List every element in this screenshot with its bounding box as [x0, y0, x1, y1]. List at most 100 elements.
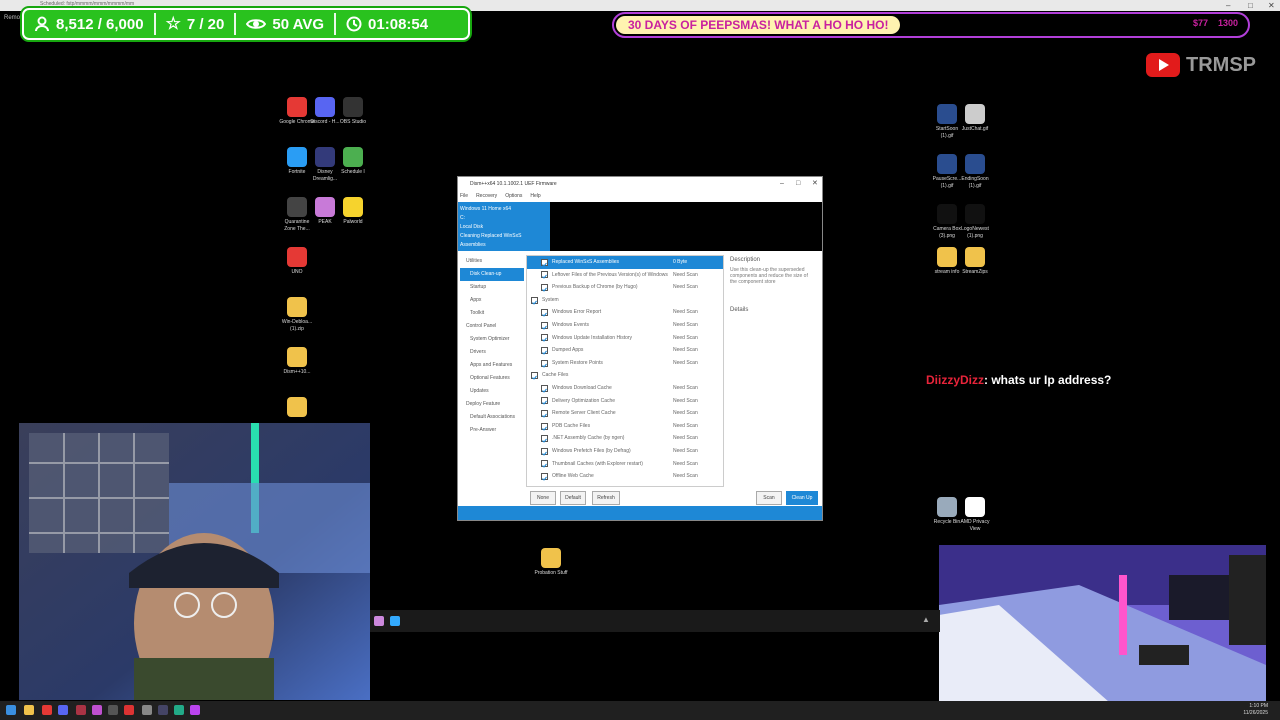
app-icon[interactable]	[124, 705, 134, 715]
sidebar-item[interactable]: Control Panel	[460, 320, 524, 333]
sidebar-item[interactable]: Pre-Answer	[460, 424, 524, 437]
menu-item[interactable]: Recovery	[476, 191, 497, 201]
sidebar-item[interactable]: Appx	[460, 294, 524, 307]
checkbox[interactable]	[541, 447, 548, 456]
app-icon[interactable]	[92, 705, 102, 715]
sidebar-item[interactable]: Utilities	[460, 255, 524, 268]
checkbox[interactable]	[541, 309, 548, 317]
sidebar-item[interactable]: Apps and Features	[460, 359, 524, 372]
list-item[interactable]: Windows Events Need Scan	[527, 319, 723, 332]
sidebar-item[interactable]: Disk Clean-up	[460, 268, 524, 281]
list-item[interactable]: Windows Error Report Need Scan	[527, 306, 723, 319]
close-icon[interactable]: ✕	[1268, 0, 1275, 11]
list-item[interactable]: .NET Assembly Cache (by ngen) Need Scan	[527, 432, 723, 445]
window-minimize-icon[interactable]: –	[780, 177, 784, 191]
system-clock[interactable]: 1:10 PM 11/26/2025	[1243, 703, 1268, 717]
list-item[interactable]: Windows Prefetch Files (by Defrag) Need S…	[527, 445, 723, 458]
list-item[interactable]: Windows Update Installation History Need …	[527, 332, 723, 345]
sidebar-item[interactable]: Updates	[460, 385, 524, 398]
image-info[interactable]: Windows 11 Home x64 C: Local Disk Cleaning …	[458, 202, 550, 253]
sidebar-item[interactable]: System Optimizer	[460, 333, 524, 346]
maximize-icon[interactable]: □	[1248, 0, 1253, 11]
desktop-icon[interactable]: LogoNewest (1).png	[957, 204, 993, 240]
list-item[interactable]: Replaced WinSxS Assemblies 0 Byte	[527, 256, 723, 269]
chrome-icon[interactable]	[42, 705, 52, 715]
checkbox[interactable]	[541, 460, 548, 469]
list-item[interactable]: Delivery Optimization Cache Need Scan	[527, 395, 723, 408]
none-button[interactable]: None	[530, 491, 556, 505]
chevron-up-icon[interactable]: ▲	[922, 615, 930, 624]
list-item[interactable]: Offline Web Cache Need Scan	[527, 470, 723, 483]
checkbox[interactable]	[541, 472, 548, 481]
desktop-icon[interactable]: AMD Privacy View	[957, 497, 993, 533]
desktop-icon[interactable]: Palworld	[335, 197, 371, 226]
list-item[interactable]: PDB Cache Files Need Scan	[527, 420, 723, 433]
clean-up-button[interactable]: Clean Up	[786, 491, 818, 505]
desktop-icon[interactable]	[279, 397, 315, 419]
sidebar-item[interactable]: Startup	[460, 281, 524, 294]
list-item[interactable]: Leftover Files of the Previous Version(s…	[527, 269, 723, 282]
app-icon[interactable]	[190, 705, 200, 715]
checkbox[interactable]	[541, 409, 548, 418]
desktop-icon[interactable]: EndingSoon (1).gif	[957, 154, 993, 190]
checkbox[interactable]	[541, 422, 548, 431]
desktop-icon[interactable]: JustChat.gif	[957, 104, 993, 133]
list-item[interactable]: Previous Backup of Chrome (by Hugo) Need …	[527, 281, 723, 294]
sidebar-item[interactable]: Deploy Feature	[460, 398, 524, 411]
dism-icon[interactable]	[390, 616, 400, 626]
default-button[interactable]: Default	[560, 491, 586, 505]
desktop-icon[interactable]: OBS Studio	[335, 97, 371, 126]
desktop-icon-probation[interactable]: Probation Stuff	[533, 548, 569, 577]
checkbox[interactable]	[541, 359, 548, 368]
scan-button[interactable]: Scan	[756, 491, 782, 505]
minimize-icon[interactable]: –	[1226, 0, 1230, 11]
desktop-icon[interactable]: UNO	[279, 247, 315, 276]
refresh-button[interactable]: Refresh	[592, 491, 620, 505]
list-item[interactable]: Dumped Apps Need Scan	[527, 344, 723, 357]
list-item[interactable]: Thumbnail Caches (with Explorer restart)…	[527, 458, 723, 471]
window-maximize-icon[interactable]: □	[796, 177, 800, 191]
checkbox[interactable]	[541, 271, 548, 280]
discord-icon[interactable]	[58, 705, 68, 715]
sidebar-item[interactable]: Toolkit	[460, 307, 524, 320]
list-item[interactable]: Cache Files	[527, 369, 723, 382]
checkbox[interactable]	[541, 397, 548, 406]
app-icon[interactable]	[158, 705, 168, 715]
list-item[interactable]: Remote Server Client Cache Need Scan	[527, 407, 723, 420]
brand-name: TRMSP	[1186, 53, 1256, 76]
start-icon[interactable]	[6, 705, 16, 715]
item-status: Need Scan	[673, 384, 698, 391]
item-status: Need Scan	[673, 473, 698, 480]
checkbox[interactable]	[541, 283, 548, 292]
app-icon[interactable]	[174, 705, 184, 715]
desktop-icon[interactable]: Schedule I	[335, 147, 371, 176]
checkbox[interactable]	[541, 334, 548, 343]
checkbox[interactable]	[541, 435, 548, 443]
menu-item[interactable]: Help	[530, 191, 540, 201]
desktop-icon[interactable]: Win-Debloa... (1).zip	[279, 297, 315, 333]
obs-icon[interactable]	[108, 705, 118, 715]
checkbox[interactable]	[541, 321, 548, 330]
sidebar-item[interactable]: Drivers	[460, 346, 524, 359]
explorer-icon[interactable]	[24, 705, 34, 715]
sidebar-item[interactable]: Optional Features	[460, 372, 524, 385]
checkbox[interactable]	[541, 346, 548, 355]
stream-stats-bar: 8,512 / 6,000 ☆ 7 / 20 50 AVG 01:08:54	[22, 8, 470, 40]
app-icon[interactable]	[142, 705, 152, 715]
checkbox[interactable]	[531, 296, 538, 305]
game-icon[interactable]	[76, 705, 86, 715]
menu-item[interactable]: File	[460, 191, 468, 201]
sidebar-item[interactable]: Default Associations	[460, 411, 524, 424]
list-item[interactable]: System	[527, 294, 723, 307]
app-icon[interactable]	[374, 616, 384, 626]
desktop-icon[interactable]: Dism++10...	[279, 347, 315, 376]
checkbox[interactable]	[531, 372, 538, 380]
menu-item[interactable]: Options	[505, 191, 522, 201]
window-close-icon[interactable]: ✕	[812, 177, 818, 191]
checkbox[interactable]	[541, 258, 548, 267]
app-shortcut-icon	[343, 147, 363, 167]
checkbox[interactable]	[541, 384, 548, 393]
list-item[interactable]: System Restore Points Need Scan	[527, 357, 723, 370]
desktop-icon[interactable]: StreamZips	[957, 247, 993, 276]
list-item[interactable]: Windows Download Cache Need Scan	[527, 382, 723, 395]
